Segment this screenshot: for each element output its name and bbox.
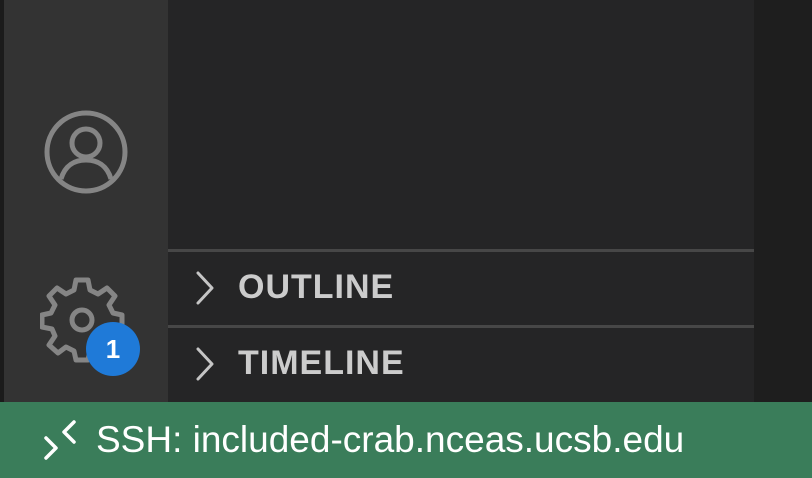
timeline-section-header[interactable]: TIMELINE [168, 325, 754, 399]
manage-update-badge: 1 [86, 322, 140, 376]
sidebar: OUTLINE TIMELINE [168, 0, 754, 402]
timeline-section-label: TIMELINE [238, 344, 405, 382]
activity-bar: 1 [4, 0, 168, 402]
accounts-button[interactable] [4, 108, 168, 200]
manage-button[interactable] [4, 272, 168, 372]
remote-connection-icon [40, 420, 80, 460]
remote-status-button[interactable]: SSH: included-crab.nceas.ucsb.edu [0, 402, 812, 478]
chevron-right-icon [190, 268, 220, 308]
editor-area-edge [754, 0, 812, 402]
remote-host-label: SSH: included-crab.nceas.ucsb.edu [96, 419, 685, 460]
outline-section-label: OUTLINE [238, 268, 395, 306]
outline-section-header[interactable]: OUTLINE [168, 249, 754, 323]
chevron-right-icon [190, 344, 220, 384]
vscode-window: 1 OUTLINE TIMELINE SSH: included-crab.nc… [0, 0, 812, 478]
account-icon [43, 109, 129, 200]
